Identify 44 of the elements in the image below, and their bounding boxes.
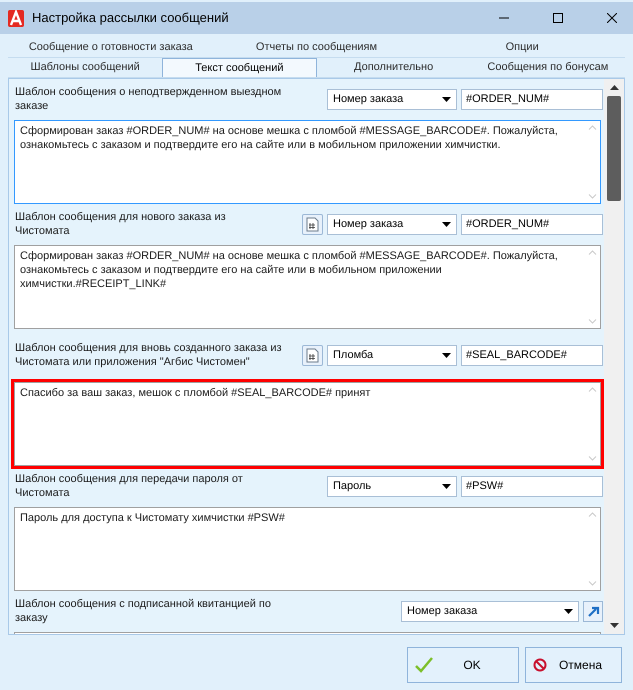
tab[interactable]: Шаблоны сообщений [8,58,162,77]
tab[interactable]: Сообщение о готовности заказа [8,38,214,57]
template-label: Шаблон сообщения с подписанной квитанцией по заказу [14,597,272,625]
app-logo-icon [8,10,24,26]
no-entry-icon [533,658,547,672]
caret-icon [564,608,573,614]
tab[interactable]: Дополнительно [316,58,471,77]
tab[interactable]: Текст сообщений [162,58,316,77]
scroll-up-icon[interactable] [610,85,618,90]
tab[interactable]: Сообщения по бонусам [470,58,625,77]
template-label: Шаблон сообщения о неподтвержденном выездном заказе [14,85,282,113]
caret-icon [442,222,451,226]
template-label: Шаблон сообщения для передачи пароля от Чистомата [14,472,244,500]
field-dropdown[interactable]: Пароль [327,476,457,496]
field-dropdown[interactable]: Номер заказа [327,88,457,110]
template-label: Шаблон сообщения для вновь созданного заказа из Чистомата или приложения "Агбис Чистомен" [14,341,283,369]
window-title: Настройка рассылки сообщений [32,9,229,28]
scrollbar[interactable] [604,79,624,634]
token-field[interactable]: #PSW# [461,476,603,496]
caret-icon [442,352,451,358]
field-dropdown[interactable]: Номер заказа [327,214,457,234]
token-field[interactable]: #ORDER_NUM# [461,214,603,234]
template-label: Шаблон сообщения для нового заказа из Чистомата [14,210,227,238]
hash-document-icon [306,216,319,232]
insert-field-button[interactable] [302,344,323,366]
insert-field-button[interactable] [302,214,323,234]
caret-icon [442,484,451,488]
cancel-button[interactable]: Отмена [525,647,622,683]
hash-document-icon [306,348,319,362]
arrow-icon [586,604,600,618]
tab[interactable]: Опции [419,38,625,57]
close-icon[interactable] [607,13,617,23]
token-field[interactable]: #SEAL_BARCODE# [461,344,603,366]
ok-button[interactable]: OK [407,647,519,683]
caret-icon [442,96,451,102]
export-button[interactable] [583,600,603,622]
maximize-icon[interactable] [553,13,563,23]
field-dropdown[interactable]: Номер заказа [401,600,579,622]
token-field[interactable]: #ORDER_NUM# [461,88,603,110]
tab[interactable]: Отчеты по сообщениям [214,38,420,57]
checkmark-icon [415,657,433,673]
field-dropdown[interactable]: Пломба [327,344,457,366]
scrollbar-thumb[interactable] [607,96,621,201]
scroll-down-icon[interactable] [610,623,618,628]
